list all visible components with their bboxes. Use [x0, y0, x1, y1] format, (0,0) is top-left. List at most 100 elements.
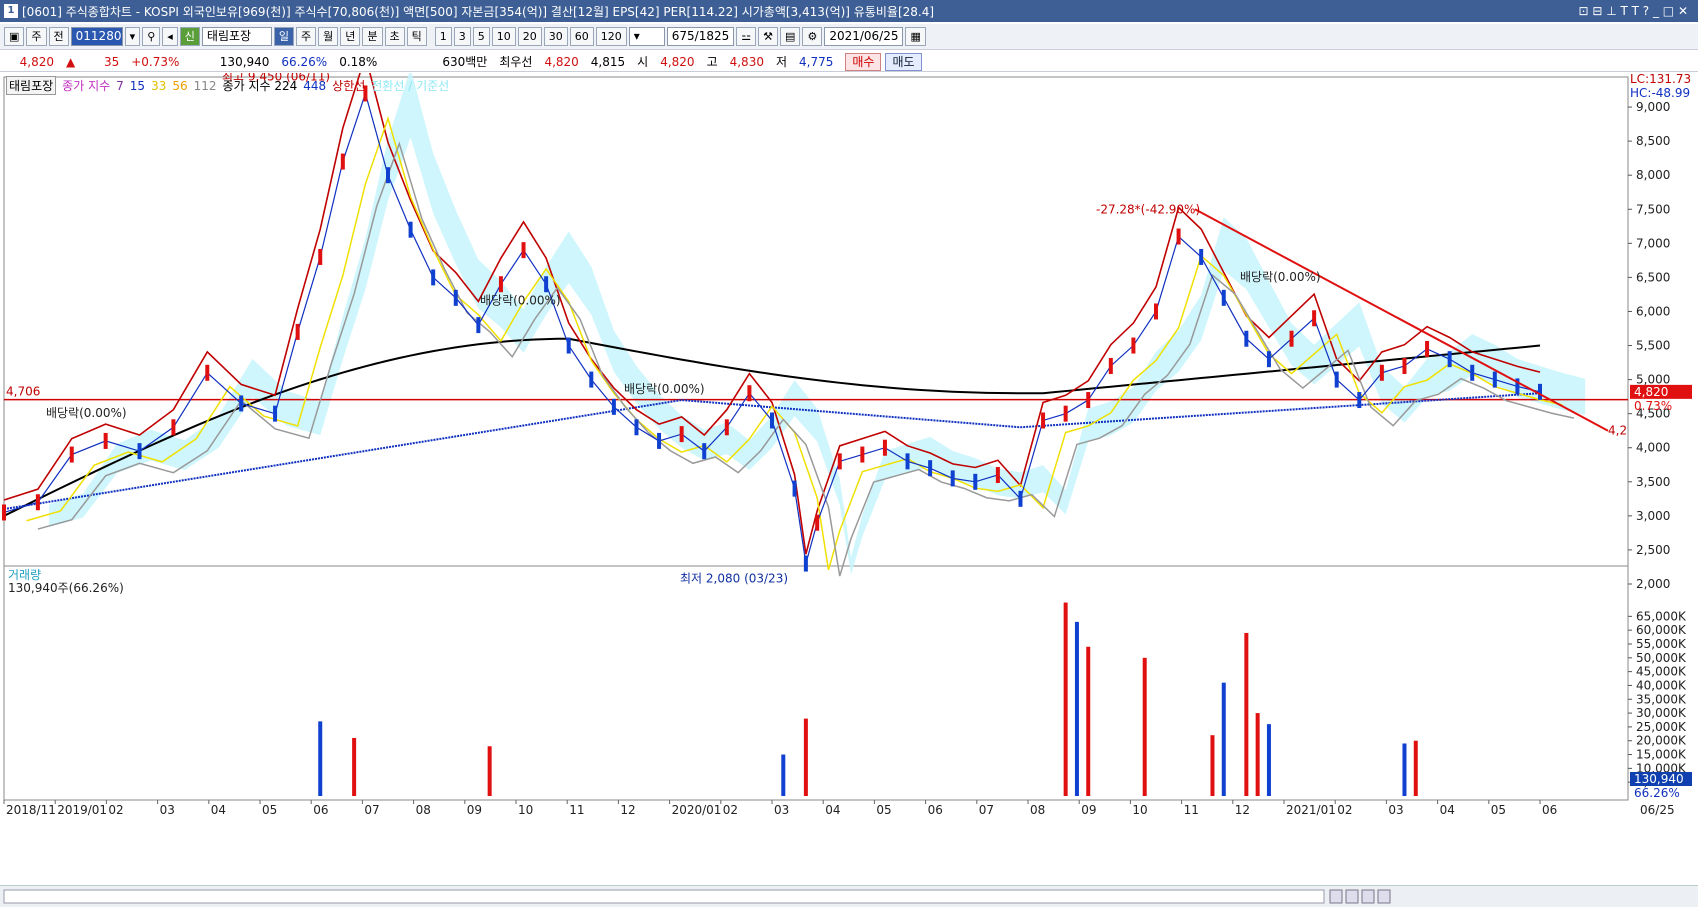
month-label: 12	[620, 803, 635, 817]
candle	[1199, 249, 1203, 265]
candle	[273, 406, 277, 422]
volume-last-tag: 130,940	[1634, 772, 1684, 786]
dividend-label: 배당락(0.00%)	[1240, 270, 1321, 284]
count-field[interactable]: 675/1825	[667, 27, 735, 46]
volume-bar	[1075, 622, 1079, 796]
stop-icon[interactable]	[1362, 890, 1374, 903]
legend-ma2-label: 종가 지수 224	[223, 77, 298, 94]
layout-icon[interactable]: ▣	[4, 27, 24, 46]
interval-60[interactable]: 60	[570, 27, 594, 46]
period-second[interactable]: 초	[385, 27, 405, 46]
volume-bar	[804, 719, 808, 796]
candle	[1244, 331, 1248, 347]
month-label: 11	[569, 803, 584, 817]
period-minute[interactable]: 분	[362, 27, 382, 46]
candle	[838, 453, 842, 469]
sell-button[interactable]: 매도	[885, 53, 921, 71]
price-tick-label: 5,500	[1636, 339, 1670, 353]
legend-ma33: 33	[151, 79, 166, 93]
legend-ma56: 56	[172, 79, 187, 93]
candle	[70, 447, 74, 463]
prev-button[interactable]: 전	[49, 27, 69, 46]
candle	[1380, 365, 1384, 381]
candle	[815, 515, 819, 531]
candle-icon[interactable]: ⚍	[736, 27, 756, 46]
price-tick-label: 2,500	[1636, 543, 1670, 557]
volume-bar	[1402, 743, 1406, 796]
tool-icon[interactable]: ⚒	[758, 27, 778, 46]
buy-button[interactable]: 매수	[845, 53, 881, 71]
window-number: 1	[4, 4, 18, 18]
candle	[996, 467, 1000, 483]
stock-code-input[interactable]: 011280	[71, 27, 123, 46]
candle	[1154, 303, 1158, 319]
month-label: 02	[108, 803, 123, 817]
month-label: 12	[1235, 803, 1250, 817]
search-icon[interactable]: ⚲	[142, 27, 160, 46]
type-select[interactable]: 주	[26, 27, 46, 46]
open-price: 4,820	[654, 55, 700, 69]
interval-20[interactable]: 20	[518, 27, 542, 46]
ask-price: 4,820	[538, 55, 584, 69]
candle	[1109, 358, 1113, 374]
legend-ma7: 7	[116, 79, 124, 93]
dividend-label: 배당락(0.00%)	[480, 294, 561, 308]
interval-10[interactable]: 10	[492, 27, 516, 46]
candle	[36, 494, 40, 510]
play-icon[interactable]	[1330, 890, 1342, 903]
speaker-icon[interactable]: ◂	[162, 27, 178, 46]
interval-120[interactable]: 120	[596, 27, 627, 46]
low-price: 4,775	[793, 55, 839, 69]
last-price-tag: 4,820	[1634, 385, 1668, 399]
interval-5[interactable]: 5	[473, 27, 490, 46]
dropdown-icon[interactable]: ▾	[125, 27, 141, 46]
month-label: 05	[1491, 803, 1506, 817]
month-label: 2018/11	[6, 803, 56, 817]
horizontal-scrollbar[interactable]	[4, 890, 1324, 903]
volume-tick-label: 50,000K	[1636, 651, 1687, 665]
month-label: 2021/01	[1286, 803, 1336, 817]
price-tick-label: 3,500	[1636, 475, 1670, 489]
candle	[1267, 351, 1271, 367]
volume-last-label: 130,940주(66.26%)	[8, 581, 124, 595]
date-field[interactable]: 2021/06/25	[824, 27, 903, 46]
volume-bar	[1244, 633, 1248, 796]
period-tick[interactable]: 틱	[407, 27, 427, 46]
month-label: 04	[825, 803, 840, 817]
interval-1[interactable]: 1	[435, 27, 452, 46]
hc-label: HC:-48.99	[1630, 86, 1690, 100]
candle	[409, 222, 413, 238]
calendar-icon[interactable]: ▦	[905, 27, 925, 46]
candle	[725, 419, 729, 435]
stock-name[interactable]: 태림포장	[202, 27, 272, 46]
period-month[interactable]: 월	[318, 27, 338, 46]
interval-dropdown[interactable]: ▾	[629, 27, 665, 46]
candle	[680, 426, 684, 442]
interval-3[interactable]: 3	[454, 27, 471, 46]
month-label: 05	[262, 803, 277, 817]
candle	[860, 447, 864, 463]
chart-legend: 태림포장 종가 지수 7 15 33 56 112 종가 지수 224 448 …	[6, 76, 449, 95]
window-controls[interactable]: ⊡ ⊟ ⊥ T T ? _ □ ✕	[1579, 4, 1698, 18]
candle	[205, 365, 209, 381]
candle	[296, 324, 300, 340]
chart-area[interactable]: 9,0008,5008,0007,5007,0006,5006,0005,500…	[0, 73, 1698, 885]
month-label: 07	[979, 803, 994, 817]
period-week[interactable]: 주	[296, 27, 316, 46]
forward-icon[interactable]	[1378, 890, 1390, 903]
rewind-icon[interactable]	[1346, 890, 1358, 903]
period-day[interactable]: 일	[274, 27, 294, 46]
candle	[951, 470, 955, 486]
support-line-label: 4,706	[6, 385, 40, 399]
price-tick-label: 9,000	[1636, 100, 1670, 114]
volume-bar	[1064, 603, 1068, 796]
gear-icon[interactable]: ⚙	[802, 27, 822, 46]
candle	[804, 556, 808, 572]
price-tick-label: 8,000	[1636, 168, 1670, 182]
interval-30[interactable]: 30	[544, 27, 568, 46]
candle	[1357, 392, 1361, 408]
period-year[interactable]: 년	[340, 27, 360, 46]
trade-amount: 630백만	[383, 53, 493, 70]
scroll-controls[interactable]	[0, 886, 1698, 908]
save-icon[interactable]: ▤	[780, 27, 800, 46]
